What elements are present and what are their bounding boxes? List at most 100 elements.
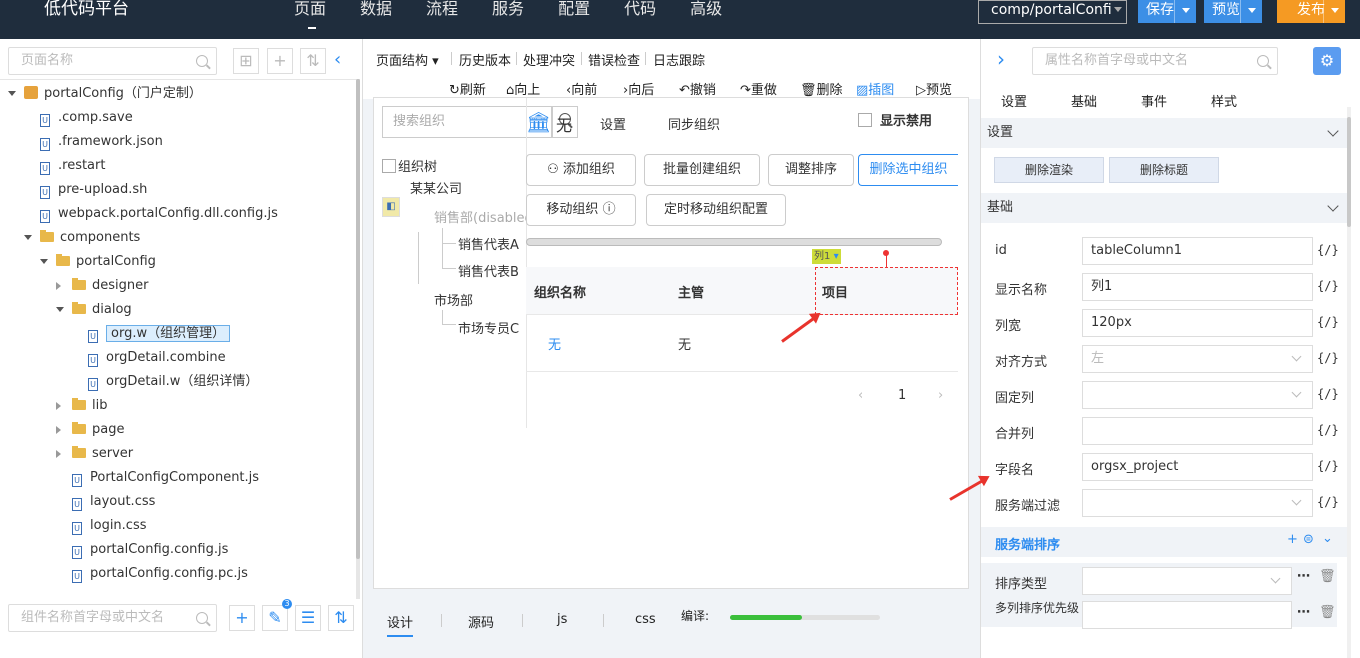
property-scrollbar[interactable] [1347,107,1351,658]
org-node-company[interactable]: 某某公司 [410,178,462,197]
forward-button[interactable]: ‹向前 [566,79,597,98]
nav-advanced[interactable]: 高级 [690,0,722,18]
tab-basic[interactable]: 基础 [1071,91,1097,110]
save-dropdown-icon[interactable] [1174,0,1196,23]
column-tag[interactable]: 列1 ▾ [812,249,841,264]
menu-error-check[interactable]: 错误检查 [588,50,640,69]
insert-image-button[interactable]: ▨插图 [856,79,894,98]
expand-icon[interactable] [56,307,64,312]
nav-flow[interactable]: 流程 [426,0,458,18]
nav-page[interactable]: 页面 [294,0,326,29]
next-page-icon[interactable]: › [938,388,943,403]
up-button[interactable]: ⌂向上 [506,79,540,98]
tree-item-folder[interactable]: page [56,418,124,442]
adjust-order-button[interactable]: 调整排序 [768,154,854,186]
tab-style[interactable]: 样式 [1211,91,1237,110]
org-node-rep-b[interactable]: 销售代表B [458,261,526,280]
expression-button[interactable]: {/} [1317,279,1339,293]
list-icon[interactable]: ⊜ [1303,532,1314,547]
collapsed-icon[interactable] [56,426,61,434]
prop-select-align[interactable]: 左 [1082,345,1313,373]
tab-design[interactable]: 设计 [387,612,414,637]
org-node-rep-a[interactable]: 销售代表A [458,234,526,253]
delete-selected-org-button[interactable]: 删除选中组织 [858,154,958,186]
menu-resolve-conflict[interactable]: 处理冲突 [523,50,575,69]
tree-item-file[interactable]: UorgDetail.combine [88,346,226,370]
tree-item-folder[interactable]: lib [56,394,107,418]
property-search-input[interactable]: 属性名称首字母或中文名 [1032,47,1278,75]
tree-scrollbar[interactable] [356,79,360,599]
prop-input-width[interactable]: 120px [1082,309,1313,337]
prop-select-fixed[interactable] [1082,381,1313,409]
refresh-button[interactable]: ↻刷新 [449,79,486,98]
save-button[interactable]: 保存 [1138,0,1196,23]
checkbox[interactable] [858,113,872,127]
expand-icon[interactable] [40,259,48,264]
trash-icon[interactable]: 🗑 [1319,569,1336,584]
table-row[interactable]: 无 无 [526,316,958,372]
section-server-sort[interactable]: 服务端排序 + ⊜ ⌄ [981,527,1347,557]
sort-icon[interactable]: ⇅ [328,605,354,631]
prop-select-sort-type[interactable] [1082,567,1292,595]
expression-button[interactable]: {/} [1317,387,1339,401]
component-search-input[interactable]: 组件名称首字母或中文名 [8,604,217,632]
expand-icon[interactable] [8,91,16,96]
nav-data[interactable]: 数据 [360,0,392,18]
collapsed-icon[interactable] [56,450,61,458]
delete-button[interactable]: 🗑删除 [800,79,843,98]
expression-button[interactable]: {/} [1317,351,1339,365]
scheduled-move-org-button[interactable]: 定时移动组织配置 [646,194,786,226]
resize-handle[interactable] [883,250,889,256]
collapsed-icon[interactable] [56,402,61,410]
add-icon[interactable]: + [1287,532,1298,547]
tree-item-portalconfig[interactable]: portalConfig（门户定制） [8,82,202,106]
tree-item-file[interactable]: U PortalConfigComponent.js [72,466,259,490]
preview-dropdown-icon[interactable] [1240,0,1262,23]
remove-render-button[interactable]: 删除渲染 [994,157,1104,183]
more-icon[interactable]: ⋯ [1297,569,1310,584]
tree-item-file[interactable]: UorgDetail.w（组织详情） [88,370,258,394]
remove-title-button[interactable]: 删除标题 [1109,157,1219,183]
expression-button[interactable]: {/} [1317,243,1339,257]
tab-source[interactable]: 源码 [468,612,494,631]
add-component-icon[interactable]: + [229,605,255,631]
nav-config[interactable]: 配置 [558,0,590,18]
org-node-market[interactable]: 市场部 [434,290,473,309]
tab-settings[interactable]: 设置 [1001,91,1027,110]
redo-button[interactable]: ↷重做 [740,79,777,98]
settings-link[interactable]: 设置 [600,114,626,133]
tree-item-folder[interactable]: designer [56,274,148,298]
move-org-button[interactable]: 移动组织 ⓘ [526,194,636,226]
nav-code[interactable]: 代码 [624,0,656,18]
page-search-input[interactable]: 页面名称 [8,47,217,75]
tree-item-file[interactable]: U .restart [40,154,105,178]
collapsed-icon[interactable] [56,282,61,290]
list-order-icon[interactable]: ☰ [295,605,321,631]
undo-button[interactable]: ↶撤销 [679,79,716,98]
prop-input-multi-sort[interactable] [1082,601,1292,629]
chevron-down-icon[interactable]: ⌄ [1322,531,1333,546]
expand-icon[interactable] [24,235,32,240]
tab-events[interactable]: 事件 [1141,91,1167,110]
component-icon[interactable]: ◧ [382,197,400,217]
tab-css[interactable]: css [635,612,656,627]
sort-icon[interactable]: ⇅ [300,48,326,74]
prop-input-id[interactable]: tableColumn1 [1082,237,1313,265]
tab-js[interactable]: js [557,612,567,627]
collapse-panel-icon[interactable]: ‹ [334,48,354,74]
menu-page-structure[interactable]: 页面结构 ▾ [376,50,439,69]
expression-button[interactable]: {/} [1317,315,1339,329]
tree-item-file[interactable]: U .framework.json [40,130,163,154]
section-settings[interactable]: 设置 [981,118,1347,148]
prev-page-icon[interactable]: ‹ [858,388,863,403]
tree-item-folder[interactable]: components [24,226,140,250]
tree-item-file[interactable]: UportalConfig.config.js [72,538,228,562]
horizontal-scrollbar[interactable] [526,238,942,246]
org-node-market-staff[interactable]: 市场专员C [458,318,526,337]
cell-org-name[interactable]: 无 [548,334,561,353]
new-folder-icon[interactable]: ⊞ [233,48,259,74]
expression-button[interactable]: {/} [1317,423,1339,437]
publish-dropdown-icon[interactable] [1323,0,1345,23]
preview-action-button[interactable]: ▷预览 [916,79,952,98]
expression-button[interactable]: {/} [1317,495,1339,509]
